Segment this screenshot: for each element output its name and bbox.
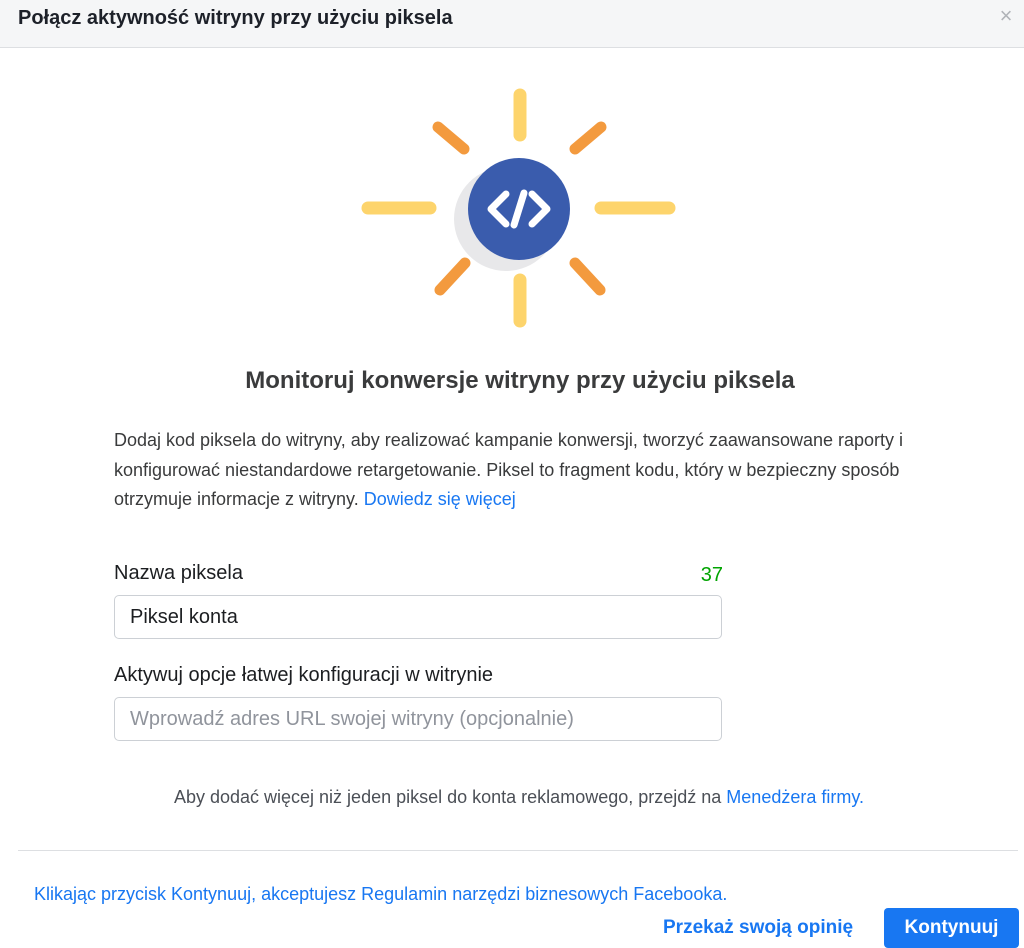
ray-top-left xyxy=(432,121,470,155)
pixel-illustration xyxy=(361,88,676,328)
close-icon[interactable]: × xyxy=(996,4,1016,28)
footer-divider xyxy=(18,850,1018,851)
description: Dodaj kod piksela do witryny, aby realiz… xyxy=(114,426,914,515)
character-counter: 37 xyxy=(700,564,723,586)
ray-bottom-left xyxy=(434,257,471,296)
multiple-pixels-note: Aby dodać więcej niż jeden piksel do kon… xyxy=(0,787,1024,808)
terms-link[interactable]: Klikając przycisk Kontynuuj, akceptujesz… xyxy=(34,884,727,905)
business-manager-link[interactable]: Menedżera firmy. xyxy=(726,787,864,807)
ray-bottom-right xyxy=(569,257,606,296)
section-heading: Monitoruj konwersje witryny przy użyciu … xyxy=(245,367,795,394)
pixel-name-label: Nazwa piksela xyxy=(114,562,243,584)
website-url-input[interactable] xyxy=(114,697,722,741)
dialog-header: Połącz aktywność witryny przy użyciu pik… xyxy=(0,0,1024,48)
feedback-link[interactable]: Przekaż swoją opinię xyxy=(663,917,853,939)
learn-more-link[interactable]: Dowiedz się więcej xyxy=(364,489,516,509)
continue-button[interactable]: Kontynuuj xyxy=(884,908,1019,948)
dialog-title: Połącz aktywność witryny przy użyciu pik… xyxy=(18,7,453,29)
website-url-label: Aktywuj opcje łatwej konfiguracji w witr… xyxy=(114,664,494,686)
ray-top-right xyxy=(569,121,607,155)
code-icon xyxy=(468,158,570,260)
pixel-name-input[interactable] xyxy=(114,595,722,639)
note-text: Aby dodać więcej niż jeden piksel do kon… xyxy=(173,787,722,807)
